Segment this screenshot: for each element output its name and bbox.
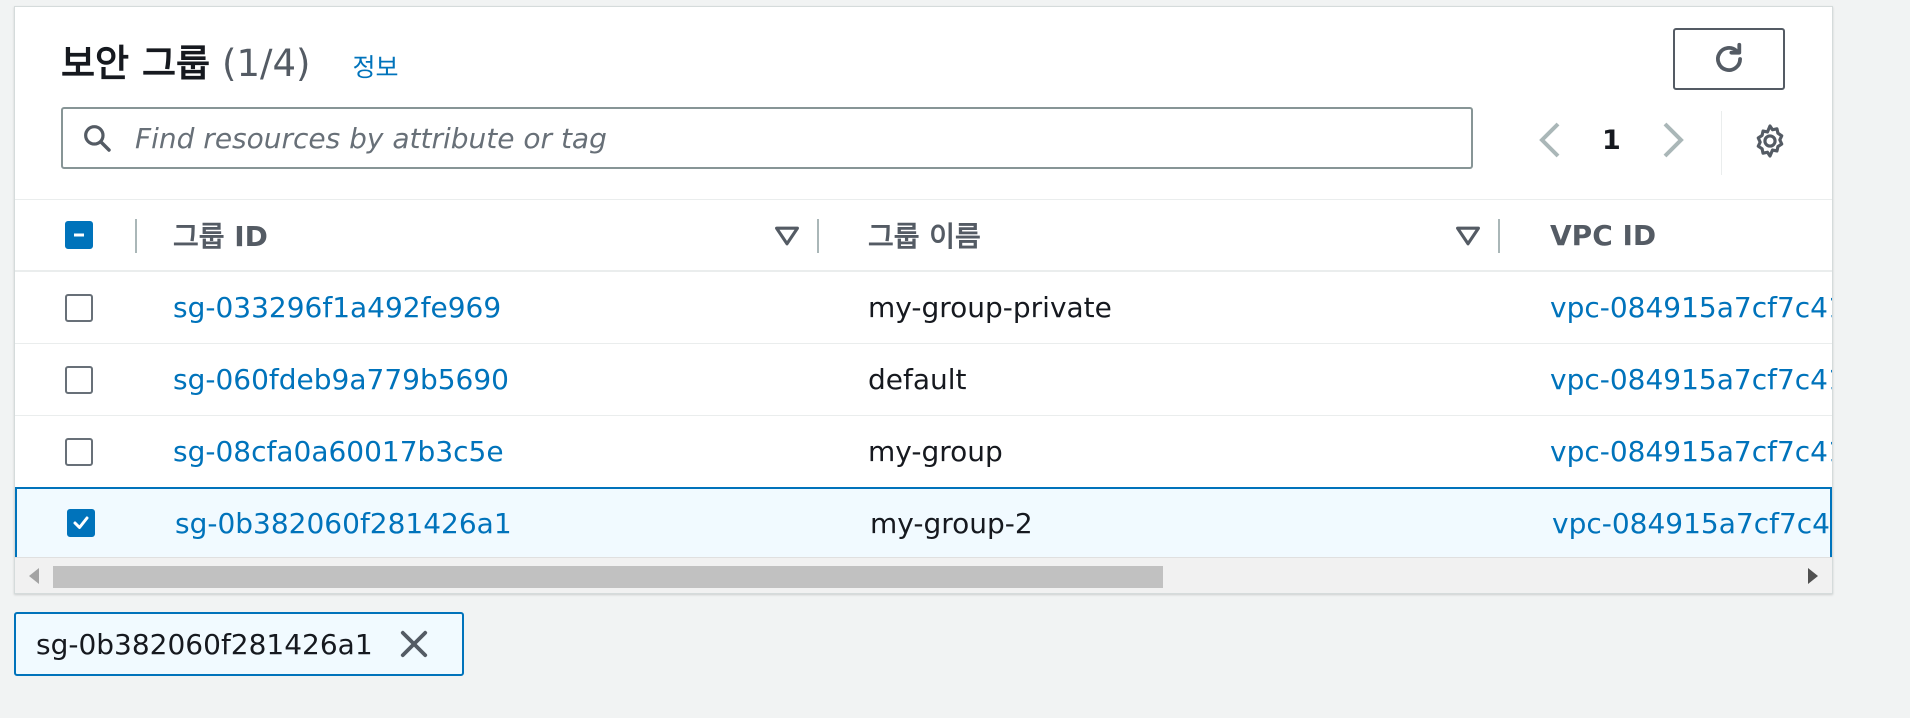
vpc-id-link[interactable]: vpc-084915a7cf7c41 [1550, 272, 1832, 343]
token-label: sg-0b382060f281426a1 [36, 627, 373, 661]
column-resizer[interactable] [817, 219, 819, 253]
row-check-cell [61, 272, 97, 343]
prev-page-button[interactable] [1530, 115, 1570, 165]
close-icon [400, 630, 427, 658]
search-input[interactable] [133, 120, 1471, 156]
table-row[interactable]: sg-033296f1a492fe969 my-group-private vp… [15, 271, 1832, 343]
column-header-vpc-id[interactable]: VPC ID [1550, 200, 1656, 270]
column-header-group-id[interactable]: 그룹 ID [173, 200, 268, 270]
column-separator [135, 219, 137, 253]
row-checkbox[interactable] [65, 365, 93, 394]
vpc-id-link[interactable]: vpc-084915a7cf7c41 [1550, 416, 1832, 487]
check-icon [73, 516, 89, 529]
horizontal-scrollbar[interactable] [15, 557, 1832, 593]
panel-header: 보안 그룹 (1/4) 정보 [61, 33, 398, 87]
vpc-id-link[interactable]: vpc-084915a7cf7c41 [1550, 344, 1832, 415]
minus-icon [74, 233, 84, 237]
pager-divider [1721, 111, 1722, 175]
group-id-link[interactable]: sg-060fdeb9a779b5690 [173, 344, 509, 415]
chevron-left-icon [1539, 122, 1560, 158]
refresh-icon [1716, 42, 1742, 72]
group-name: my-group-2 [870, 506, 1033, 540]
selection-count: (1/4) [222, 42, 311, 85]
table-row-selected[interactable]: sg-0b382060f281426a1 my-group-2 vpc-0849… [15, 487, 1832, 559]
row-checkbox[interactable] [67, 509, 95, 537]
scrollbar-thumb[interactable] [53, 566, 1163, 588]
group-id-link[interactable]: sg-033296f1a492fe969 [173, 272, 501, 343]
group-name: my-group-private [868, 291, 1112, 324]
security-groups-panel: 보안 그룹 (1/4) 정보 1 [14, 6, 1833, 594]
table-header: 그룹 ID 그룹 이름 VPC ID [15, 199, 1832, 271]
select-all-cell [61, 200, 97, 270]
vpc-id-link[interactable]: vpc-084915a7cf7c41 [1552, 489, 1832, 557]
group-id-link[interactable]: sg-0b382060f281426a1 [175, 489, 512, 557]
row-checkbox[interactable] [65, 437, 93, 466]
sort-down-icon[interactable] [1455, 224, 1481, 248]
refresh-button[interactable] [1673, 28, 1785, 90]
scroll-left-icon[interactable] [29, 568, 39, 584]
pagination: 1 [1530, 115, 1693, 165]
sort-down-icon[interactable] [774, 224, 800, 248]
table-row[interactable]: sg-08cfa0a60017b3c5e my-group vpc-084915… [15, 415, 1832, 487]
row-check-cell [61, 344, 97, 415]
next-page-button[interactable] [1653, 115, 1693, 165]
row-check-cell [61, 416, 97, 487]
page-title: 보안 그룹 [61, 42, 211, 85]
group-id-link[interactable]: sg-08cfa0a60017b3c5e [173, 416, 504, 487]
current-page[interactable]: 1 [1602, 125, 1621, 156]
selected-group-token: sg-0b382060f281426a1 [14, 612, 464, 676]
scroll-right-icon[interactable] [1808, 568, 1818, 584]
column-resizer[interactable] [1498, 219, 1500, 253]
chevron-right-icon [1663, 122, 1684, 158]
search-icon [81, 121, 115, 155]
table-row[interactable]: sg-060fdeb9a779b5690 default vpc-084915a… [15, 343, 1832, 415]
column-header-group-name[interactable]: 그룹 이름 [868, 200, 981, 270]
search-box [61, 107, 1473, 169]
info-link[interactable]: 정보 [352, 48, 398, 84]
group-name: default [868, 363, 967, 396]
group-name: my-group [868, 435, 1003, 468]
row-check-cell [63, 489, 99, 557]
row-checkbox[interactable] [65, 293, 93, 322]
preferences-button[interactable] [1750, 121, 1790, 161]
remove-token-button[interactable] [397, 627, 431, 661]
select-all-checkbox[interactable] [65, 221, 93, 249]
gear-icon [1756, 124, 1784, 158]
